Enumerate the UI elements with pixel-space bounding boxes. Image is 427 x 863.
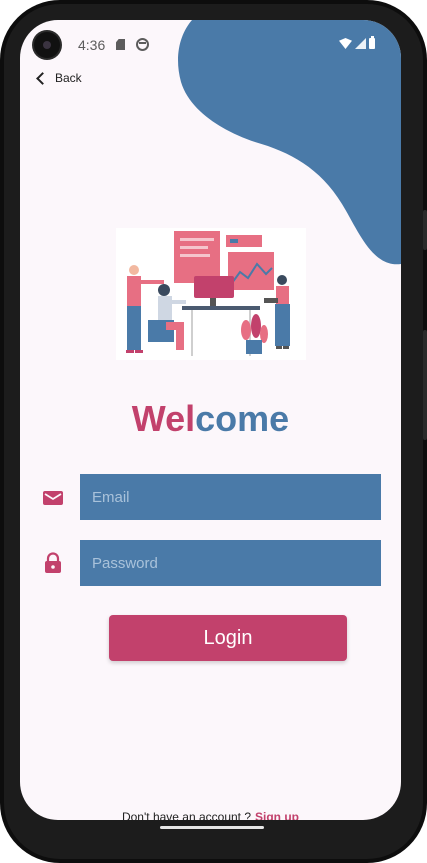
back-button[interactable]: Back — [36, 71, 82, 85]
app-screen: 4:36 Back Welcome Email Login Don't have… — [20, 20, 401, 820]
status-time: 4:36 — [78, 37, 106, 53]
welcome-title-part1: Wel — [131, 398, 196, 439]
volume-button — [423, 330, 427, 440]
lock-icon — [45, 552, 61, 573]
face-icon — [136, 38, 149, 51]
login-button[interactable]: Login — [109, 615, 347, 661]
battery-icon — [369, 36, 375, 49]
phone-frame: 4:36 Back Welcome Email Login Don't have… — [0, 0, 427, 863]
signup-prompt: Don't have an account ? Sign up — [20, 810, 401, 820]
signup-link[interactable]: Sign up — [255, 810, 299, 820]
mail-icon — [43, 491, 63, 505]
email-field[interactable] — [80, 474, 381, 520]
sd-card-icon — [116, 39, 125, 50]
cell-signal-icon — [355, 38, 366, 49]
status-bar: 4:36 — [20, 20, 401, 68]
welcome-illustration — [116, 228, 306, 360]
power-button — [423, 210, 427, 250]
welcome-title-part2: come — [195, 398, 290, 439]
welcome-title: Welcome — [20, 398, 401, 440]
chevron-left-icon — [36, 71, 49, 85]
status-icons — [339, 36, 375, 49]
camera-icon — [34, 32, 60, 58]
wifi-icon — [339, 38, 352, 49]
password-field[interactable] — [80, 540, 381, 586]
signup-prompt-text: Don't have an account ? — [121, 810, 252, 820]
home-indicator[interactable] — [160, 826, 264, 829]
back-label: Back — [55, 71, 82, 85]
